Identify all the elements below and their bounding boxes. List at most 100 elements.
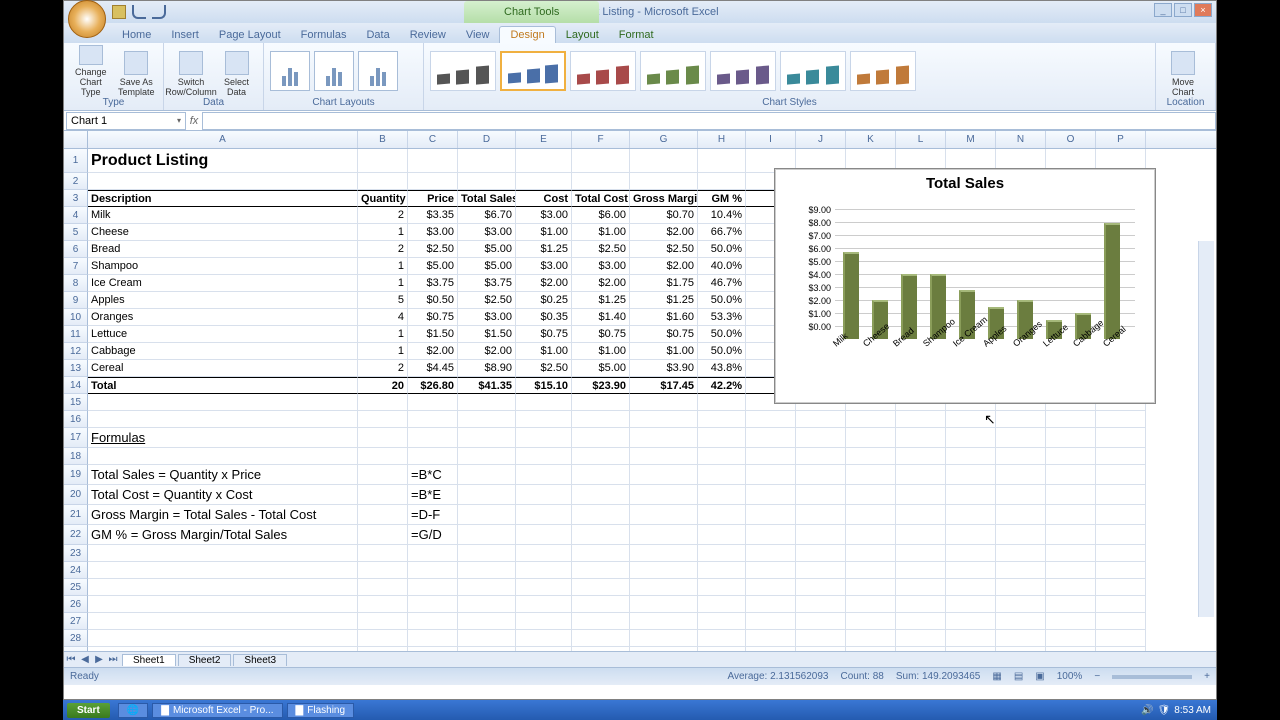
cell[interactable]: $3.35	[408, 207, 458, 224]
cell[interactable]	[458, 505, 516, 525]
cell[interactable]	[796, 647, 846, 651]
cell[interactable]	[796, 411, 846, 428]
cell[interactable]	[572, 149, 630, 173]
cell[interactable]	[896, 505, 946, 525]
cell[interactable]	[458, 613, 516, 630]
cell[interactable]	[746, 505, 796, 525]
cell[interactable]	[846, 485, 896, 505]
clock[interactable]: 8:53 AM	[1174, 705, 1211, 716]
select-data-button[interactable]: Select Data	[216, 45, 257, 97]
row-header[interactable]: 27	[64, 613, 88, 630]
cell[interactable]: $2.00	[630, 224, 698, 241]
cell[interactable]	[896, 545, 946, 562]
cell[interactable]: Gross Margin	[630, 190, 698, 207]
cell[interactable]: $2.00	[572, 275, 630, 292]
cell[interactable]	[698, 647, 746, 651]
cell[interactable]	[846, 525, 896, 545]
cell[interactable]: 2	[358, 207, 408, 224]
cell[interactable]	[516, 545, 572, 562]
tray-icon[interactable]: 🛡	[1158, 705, 1171, 716]
cell[interactable]: Cost	[516, 190, 572, 207]
cell[interactable]	[1046, 505, 1096, 525]
row-header[interactable]: 8	[64, 275, 88, 292]
chart-layout-thumb[interactable]	[270, 51, 310, 91]
cell[interactable]	[796, 485, 846, 505]
office-button[interactable]	[68, 0, 106, 38]
cell[interactable]	[1046, 411, 1096, 428]
cell[interactable]	[358, 579, 408, 596]
cell[interactable]: $1.00	[630, 343, 698, 360]
cell[interactable]	[572, 596, 630, 613]
row-header[interactable]: 19	[64, 465, 88, 485]
cell[interactable]: Milk	[88, 207, 358, 224]
cell[interactable]: $2.50	[408, 241, 458, 258]
cell[interactable]: =D-F	[408, 505, 458, 525]
column-header[interactable]: N	[996, 131, 1046, 148]
cell[interactable]: $3.00	[408, 224, 458, 241]
sheet-tab[interactable]: Sheet3	[233, 654, 287, 666]
cell[interactable]	[698, 545, 746, 562]
chart-style-thumb[interactable]	[500, 51, 566, 91]
cell[interactable]	[358, 647, 408, 651]
cell[interactable]	[1046, 485, 1096, 505]
cell[interactable]	[746, 545, 796, 562]
cell[interactable]	[946, 562, 996, 579]
cell[interactable]: Shampoo	[88, 258, 358, 275]
cell[interactable]	[358, 394, 408, 411]
row-header[interactable]: 4	[64, 207, 88, 224]
cell[interactable]	[746, 596, 796, 613]
row-header[interactable]: 17	[64, 428, 88, 448]
cell[interactable]	[846, 465, 896, 485]
cell[interactable]	[408, 411, 458, 428]
cell[interactable]: $3.90	[630, 360, 698, 377]
cell[interactable]	[630, 596, 698, 613]
cell[interactable]	[516, 647, 572, 651]
view-layout-icon[interactable]: ▤	[1014, 671, 1023, 682]
cell[interactable]	[1046, 647, 1096, 651]
cell[interactable]	[698, 579, 746, 596]
cell[interactable]	[458, 448, 516, 465]
row-header[interactable]: 16	[64, 411, 88, 428]
cell[interactable]	[996, 505, 1046, 525]
row-header[interactable]: 23	[64, 545, 88, 562]
cell[interactable]: $0.75	[516, 326, 572, 343]
chart-layout-thumb[interactable]	[314, 51, 354, 91]
redo-icon[interactable]	[152, 5, 166, 19]
cell[interactable]	[946, 485, 996, 505]
cell[interactable]	[516, 562, 572, 579]
cell[interactable]: $1.00	[516, 343, 572, 360]
cell[interactable]: $1.25	[630, 292, 698, 309]
cell[interactable]	[698, 525, 746, 545]
cell[interactable]	[896, 613, 946, 630]
cell[interactable]: 43.8%	[698, 360, 746, 377]
cell[interactable]	[358, 525, 408, 545]
chart-style-thumb[interactable]	[780, 51, 846, 91]
chart-style-thumb[interactable]	[850, 51, 916, 91]
cell[interactable]	[846, 411, 896, 428]
row-header[interactable]: 24	[64, 562, 88, 579]
cell[interactable]: Total Cost	[572, 190, 630, 207]
cell[interactable]: 5	[358, 292, 408, 309]
cell[interactable]	[516, 505, 572, 525]
cell[interactable]	[1096, 596, 1146, 613]
cell[interactable]: $3.75	[458, 275, 516, 292]
cell[interactable]: Quantity	[358, 190, 408, 207]
cell[interactable]: 2	[358, 360, 408, 377]
cell[interactable]	[408, 394, 458, 411]
cell[interactable]	[698, 394, 746, 411]
sheet-nav-next[interactable]: ▶	[92, 654, 106, 665]
cell[interactable]	[572, 630, 630, 647]
cell[interactable]	[796, 562, 846, 579]
cell[interactable]	[896, 525, 946, 545]
cell[interactable]	[796, 630, 846, 647]
cell[interactable]	[1096, 448, 1146, 465]
switch-row-column-button[interactable]: Switch Row/Column	[170, 45, 212, 97]
cell[interactable]: 4	[358, 309, 408, 326]
cell[interactable]	[630, 149, 698, 173]
cell[interactable]	[1096, 465, 1146, 485]
cell[interactable]	[846, 562, 896, 579]
row-header[interactable]: 15	[64, 394, 88, 411]
cell[interactable]	[572, 485, 630, 505]
cell[interactable]: Oranges	[88, 309, 358, 326]
cell[interactable]	[1046, 630, 1096, 647]
